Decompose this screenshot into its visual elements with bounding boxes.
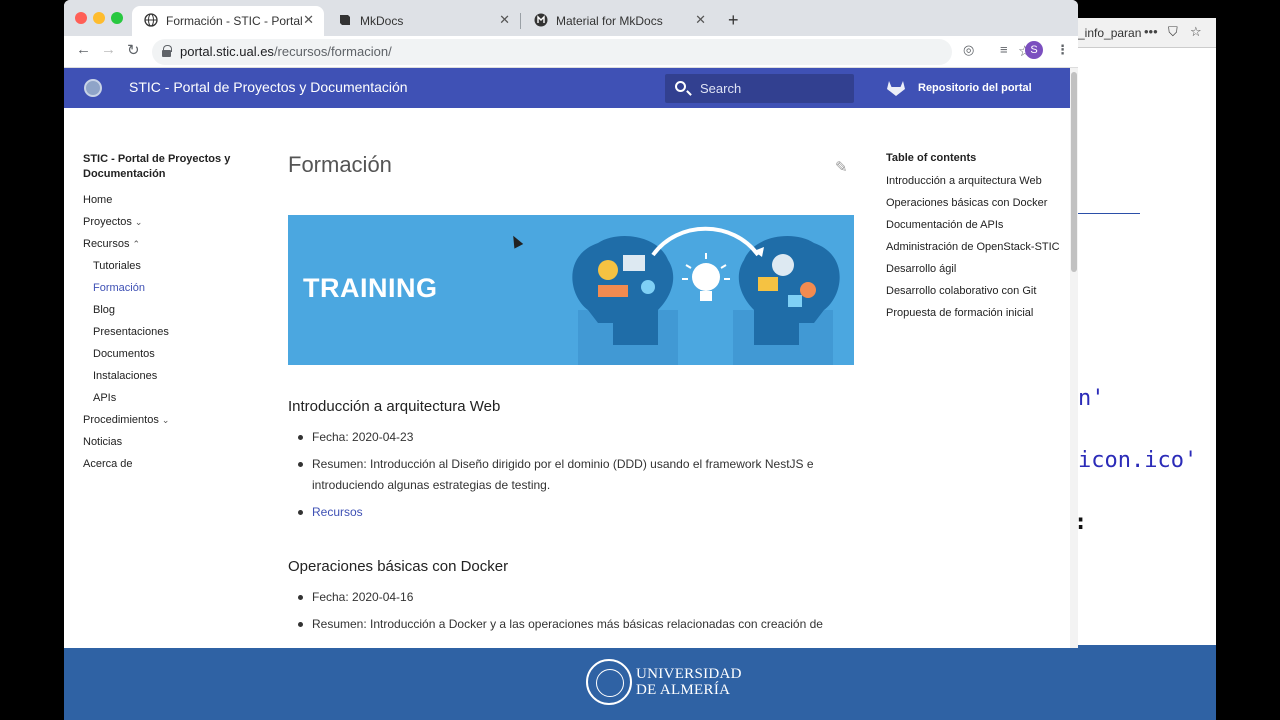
- gitlab-icon: [886, 79, 906, 97]
- browser-window: Formación - STIC - Portal de Proyectos y…: [64, 0, 1078, 648]
- training-heads-illustration: [572, 226, 840, 365]
- hero-text: TRAINING: [303, 273, 438, 303]
- toc-item[interactable]: Desarrollo colaborativo con Git: [886, 280, 1066, 302]
- section-heading: Introducción a arquitectura Web: [288, 398, 501, 415]
- avatar[interactable]: S: [1025, 41, 1043, 59]
- toc-item[interactable]: Documentación de APIs: [886, 214, 1066, 236]
- page-title: Formación: [288, 152, 392, 177]
- sidebar-item-blog[interactable]: Blog: [83, 299, 263, 321]
- sidebar-item-noticias[interactable]: Noticias: [83, 431, 263, 453]
- lock-icon: [162, 45, 172, 57]
- toc-item[interactable]: Administración de OpenStack-STIC: [886, 236, 1066, 258]
- tab-strip: Formación - STIC - Portal de Proyectos y…: [64, 0, 1078, 36]
- table-of-contents: Table of contents Introducción a arquite…: [886, 152, 1066, 324]
- new-tab-button[interactable]: +: [728, 10, 739, 31]
- list-item: Recursos: [298, 502, 848, 523]
- browser-toolbar: ← → ↻ portal.stic.ual.es/recursos/formac…: [64, 36, 1078, 68]
- back-button[interactable]: ←: [76, 41, 91, 58]
- sidebar-navigation: STIC - Portal de Proyectos y Documentaci…: [83, 152, 263, 475]
- sidebar-title: STIC - Portal de Proyectos y Documentaci…: [83, 153, 231, 180]
- close-window-button[interactable]: [75, 12, 87, 24]
- sidebar-item-tutoriales[interactable]: Tutoriales: [83, 255, 263, 277]
- tab-close-button[interactable]: ✕: [499, 12, 510, 28]
- repository-label: Repositorio del portal: [918, 82, 1032, 94]
- sidebar-item-documentos[interactable]: Documentos: [83, 343, 263, 365]
- site-logo[interactable]: [84, 79, 102, 97]
- tab-title: Material for MkDocs: [556, 14, 663, 28]
- material-icon: [534, 13, 548, 27]
- shield-icon: ⛉: [1168, 24, 1178, 39]
- toc-item[interactable]: Introducción a arquitectura Web: [886, 170, 1066, 192]
- background-code-fragment: n': [1078, 386, 1105, 411]
- tab-title: MkDocs: [360, 14, 404, 28]
- globe-icon: [144, 13, 158, 27]
- sidebar-item-presentaciones[interactable]: Presentaciones: [83, 321, 263, 343]
- site-title[interactable]: STIC - Portal de Proyectos y Documentaci…: [129, 79, 408, 95]
- media-control-icon[interactable]: ≡: [1000, 42, 1008, 57]
- sidebar-item-apis[interactable]: APIs: [83, 387, 263, 409]
- recursos-link[interactable]: Recursos: [312, 505, 363, 519]
- minimize-window-button[interactable]: [93, 12, 105, 24]
- list-item: Fecha: 2020-04-16: [298, 587, 848, 608]
- sidebar-item-home[interactable]: Home: [83, 189, 263, 211]
- background-code-fragment: icon.ico': [1078, 448, 1198, 473]
- list-item: Fecha: 2020-04-23: [298, 427, 848, 448]
- main-content: Formación ✎ TRAINING Introducción a arqu…: [288, 152, 854, 631]
- tab-separator: [520, 13, 521, 29]
- background-editor-window: [1078, 18, 1216, 646]
- chevron-down-icon: ⌄: [161, 415, 170, 425]
- sidebar-item-instalaciones[interactable]: Instalaciones: [83, 365, 263, 387]
- address-bar[interactable]: portal.stic.ual.es/recursos/formacion/ ☆: [152, 39, 1031, 65]
- bullet-list: Fecha: 2020-04-23 Resumen: Introducción …: [298, 427, 848, 529]
- toc-item[interactable]: Operaciones básicas con Docker: [886, 192, 1066, 214]
- more-icon: •••: [1144, 24, 1158, 39]
- toc-item[interactable]: Desarrollo ágil: [886, 258, 1066, 280]
- bullet-list: Fecha: 2020-04-16 Resumen: Introducción …: [298, 587, 848, 641]
- tab-close-button[interactable]: ✕: [695, 12, 706, 28]
- university-seal-icon: [586, 659, 632, 705]
- url-text: portal.stic.ual.es/recursos/formacion/: [180, 44, 392, 59]
- star-icon: ☆: [1190, 24, 1202, 39]
- background-editor-fragment: _info_paran: [1078, 26, 1142, 40]
- tab-mkdocs[interactable]: MkDocs ✕: [326, 6, 520, 36]
- section-heading: Operaciones básicas con Docker: [288, 558, 509, 575]
- sidebar-item-formacion[interactable]: Formación: [83, 277, 263, 299]
- scrollbar-thumb[interactable]: [1071, 72, 1077, 272]
- section-intro-arquitectura-web: Introducción a arquitectura Web Fecha: 2…: [288, 398, 854, 519]
- list-item: Resumen: Introducción al Diseño dirigido…: [298, 454, 848, 496]
- list-item: Resumen: Introducción a Docker y a las o…: [298, 614, 848, 635]
- tab-material-for-mkdocs[interactable]: Material for MkDocs ✕: [522, 6, 716, 36]
- university-logo: UNIVERSIDAD DE ALMERÍA: [586, 657, 741, 707]
- tab-formacion[interactable]: Formación - STIC - Portal de Proyectos y…: [132, 6, 324, 36]
- toc-title: Table of contents: [886, 152, 977, 164]
- edit-pencil-icon[interactable]: ✎: [835, 158, 848, 176]
- tab-title: Formación - STIC - Portal de Proyectos y…: [166, 14, 304, 28]
- zoom-window-button[interactable]: [111, 12, 123, 24]
- book-icon: [338, 13, 352, 27]
- page-scrollbar[interactable]: [1070, 68, 1078, 648]
- menu-kebab-icon[interactable]: ⋮: [1056, 42, 1069, 58]
- university-name: UNIVERSIDAD DE ALMERÍA: [636, 666, 742, 698]
- extension-icon[interactable]: ◎: [963, 42, 974, 58]
- sidebar-item-proyectos[interactable]: Proyectos ⌄: [83, 211, 263, 233]
- search-input[interactable]: [700, 74, 850, 103]
- sidebar-item-recursos[interactable]: Recursos ⌃: [83, 233, 263, 255]
- forward-button[interactable]: →: [101, 41, 116, 58]
- toc-item[interactable]: Propuesta de formación inicial: [886, 302, 1066, 324]
- site-header: STIC - Portal de Proyectos y Documentaci…: [64, 68, 1070, 108]
- tab-close-button[interactable]: ✕: [303, 12, 314, 28]
- chevron-down-icon: ⌄: [134, 217, 143, 227]
- section-operaciones-docker: Operaciones básicas con Docker Fecha: 20…: [288, 558, 854, 631]
- search-icon: [675, 81, 686, 92]
- reload-button[interactable]: ↻: [127, 41, 140, 59]
- web-page: STIC - Portal de Proyectos y Documentaci…: [64, 68, 1078, 648]
- search-box[interactable]: [665, 74, 854, 103]
- hero-image: TRAINING: [288, 215, 854, 365]
- background-editor-toolbar: _info_paran ••• ⛉ ☆: [1078, 18, 1216, 48]
- sidebar-item-acerca-de[interactable]: Acerca de: [83, 453, 263, 475]
- sidebar-item-procedimientos[interactable]: Procedimientos ⌄: [83, 409, 263, 431]
- chevron-up-icon: ⌃: [132, 239, 141, 249]
- background-divider: [1078, 213, 1140, 214]
